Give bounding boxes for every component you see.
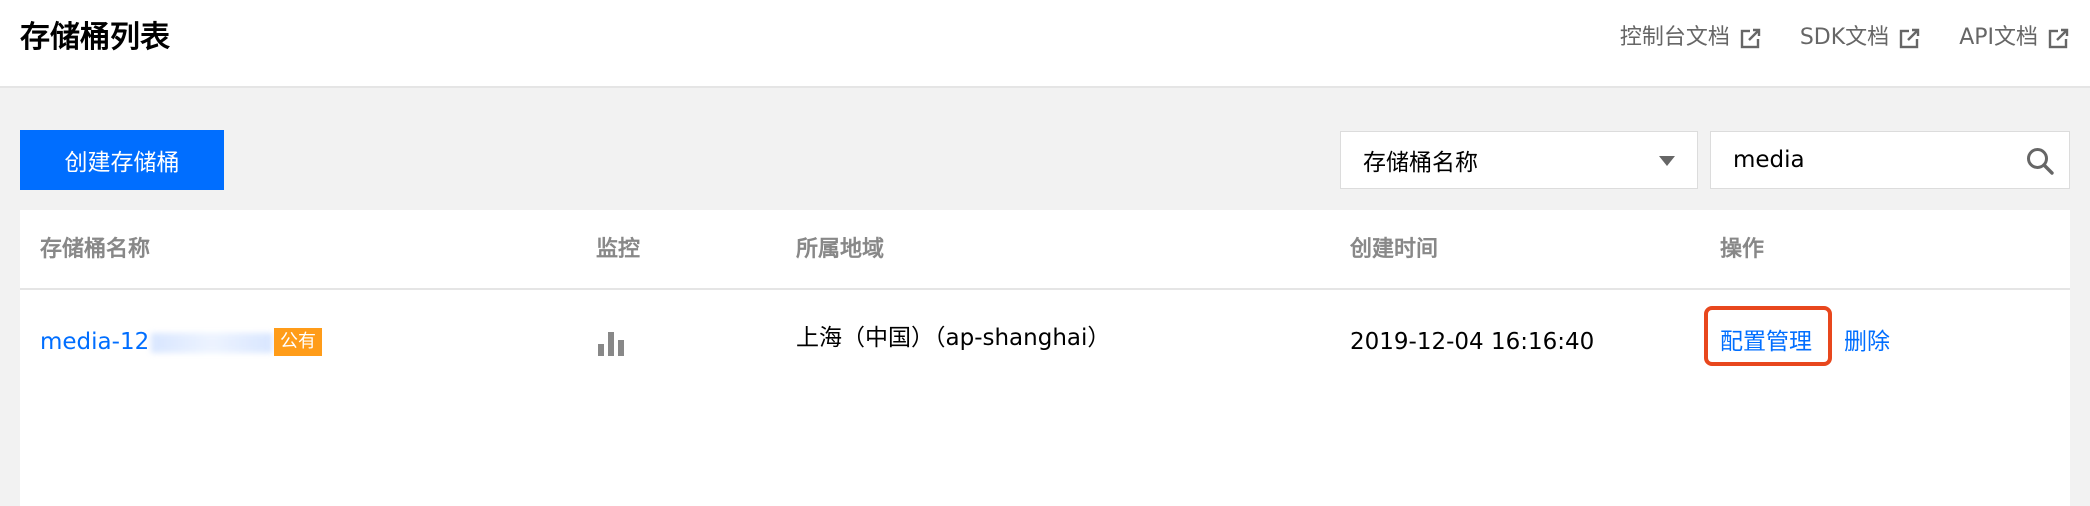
console-doc-link[interactable]: 控制台文档	[1620, 20, 1762, 56]
search-box	[1710, 131, 2070, 189]
highlight-box	[1704, 306, 1832, 366]
delete-link[interactable]: 删除	[1844, 326, 1890, 358]
table-header: 存储桶名称 监控 所属地域 创建时间 操作	[20, 210, 2070, 290]
doc-links: 控制台文档 SDK文档 API文档	[1620, 20, 2070, 56]
column-header-monitor: 监控	[596, 237, 641, 262]
api-doc-link[interactable]: API文档	[1959, 20, 2070, 56]
console-doc-label: 控制台文档	[1619, 25, 1730, 50]
sdk-doc-label: SDK文档	[1799, 25, 1890, 50]
filter-select[interactable]: 存储桶名称	[1340, 131, 1698, 189]
external-link-icon	[1899, 28, 1921, 49]
chevron-down-icon	[1659, 156, 1675, 166]
column-header-actions: 操作	[1720, 237, 1765, 262]
bucket-name-link[interactable]: media-126	[40, 326, 288, 358]
region-text: 上海（中国）（ap-shanghai）	[796, 325, 1111, 351]
page-header: 存储桶列表 控制台文档 SDK文档 API文档	[0, 0, 2090, 88]
filter-select-value: 存储桶名称	[1363, 150, 1478, 176]
bucket-name-prefix: media-12	[40, 329, 150, 355]
public-badge: 公有	[274, 328, 322, 356]
column-header-created: 创建时间	[1350, 237, 1439, 262]
api-doc-label: API文档	[1959, 25, 2038, 50]
create-bucket-button[interactable]: 创建存储桶	[20, 130, 224, 190]
search-input[interactable]	[1731, 146, 2015, 174]
bar-chart-icon[interactable]	[596, 328, 626, 358]
external-link-icon	[1740, 28, 1761, 49]
sdk-doc-link[interactable]: SDK文档	[1800, 20, 1921, 56]
search-icon[interactable]	[2025, 146, 2055, 176]
page-title: 存储桶列表	[20, 20, 170, 55]
bucket-table: 存储桶名称 监控 所属地域 创建时间 操作 media-126 公有 上海（中国…	[20, 210, 2070, 506]
redacted-mask	[151, 332, 274, 353]
created-time: 2019-12-04 16:16:40	[1350, 329, 1595, 355]
column-header-region: 所属地域	[796, 237, 885, 262]
external-link-icon	[2048, 28, 2069, 49]
column-header-name: 存储桶名称	[40, 237, 151, 262]
